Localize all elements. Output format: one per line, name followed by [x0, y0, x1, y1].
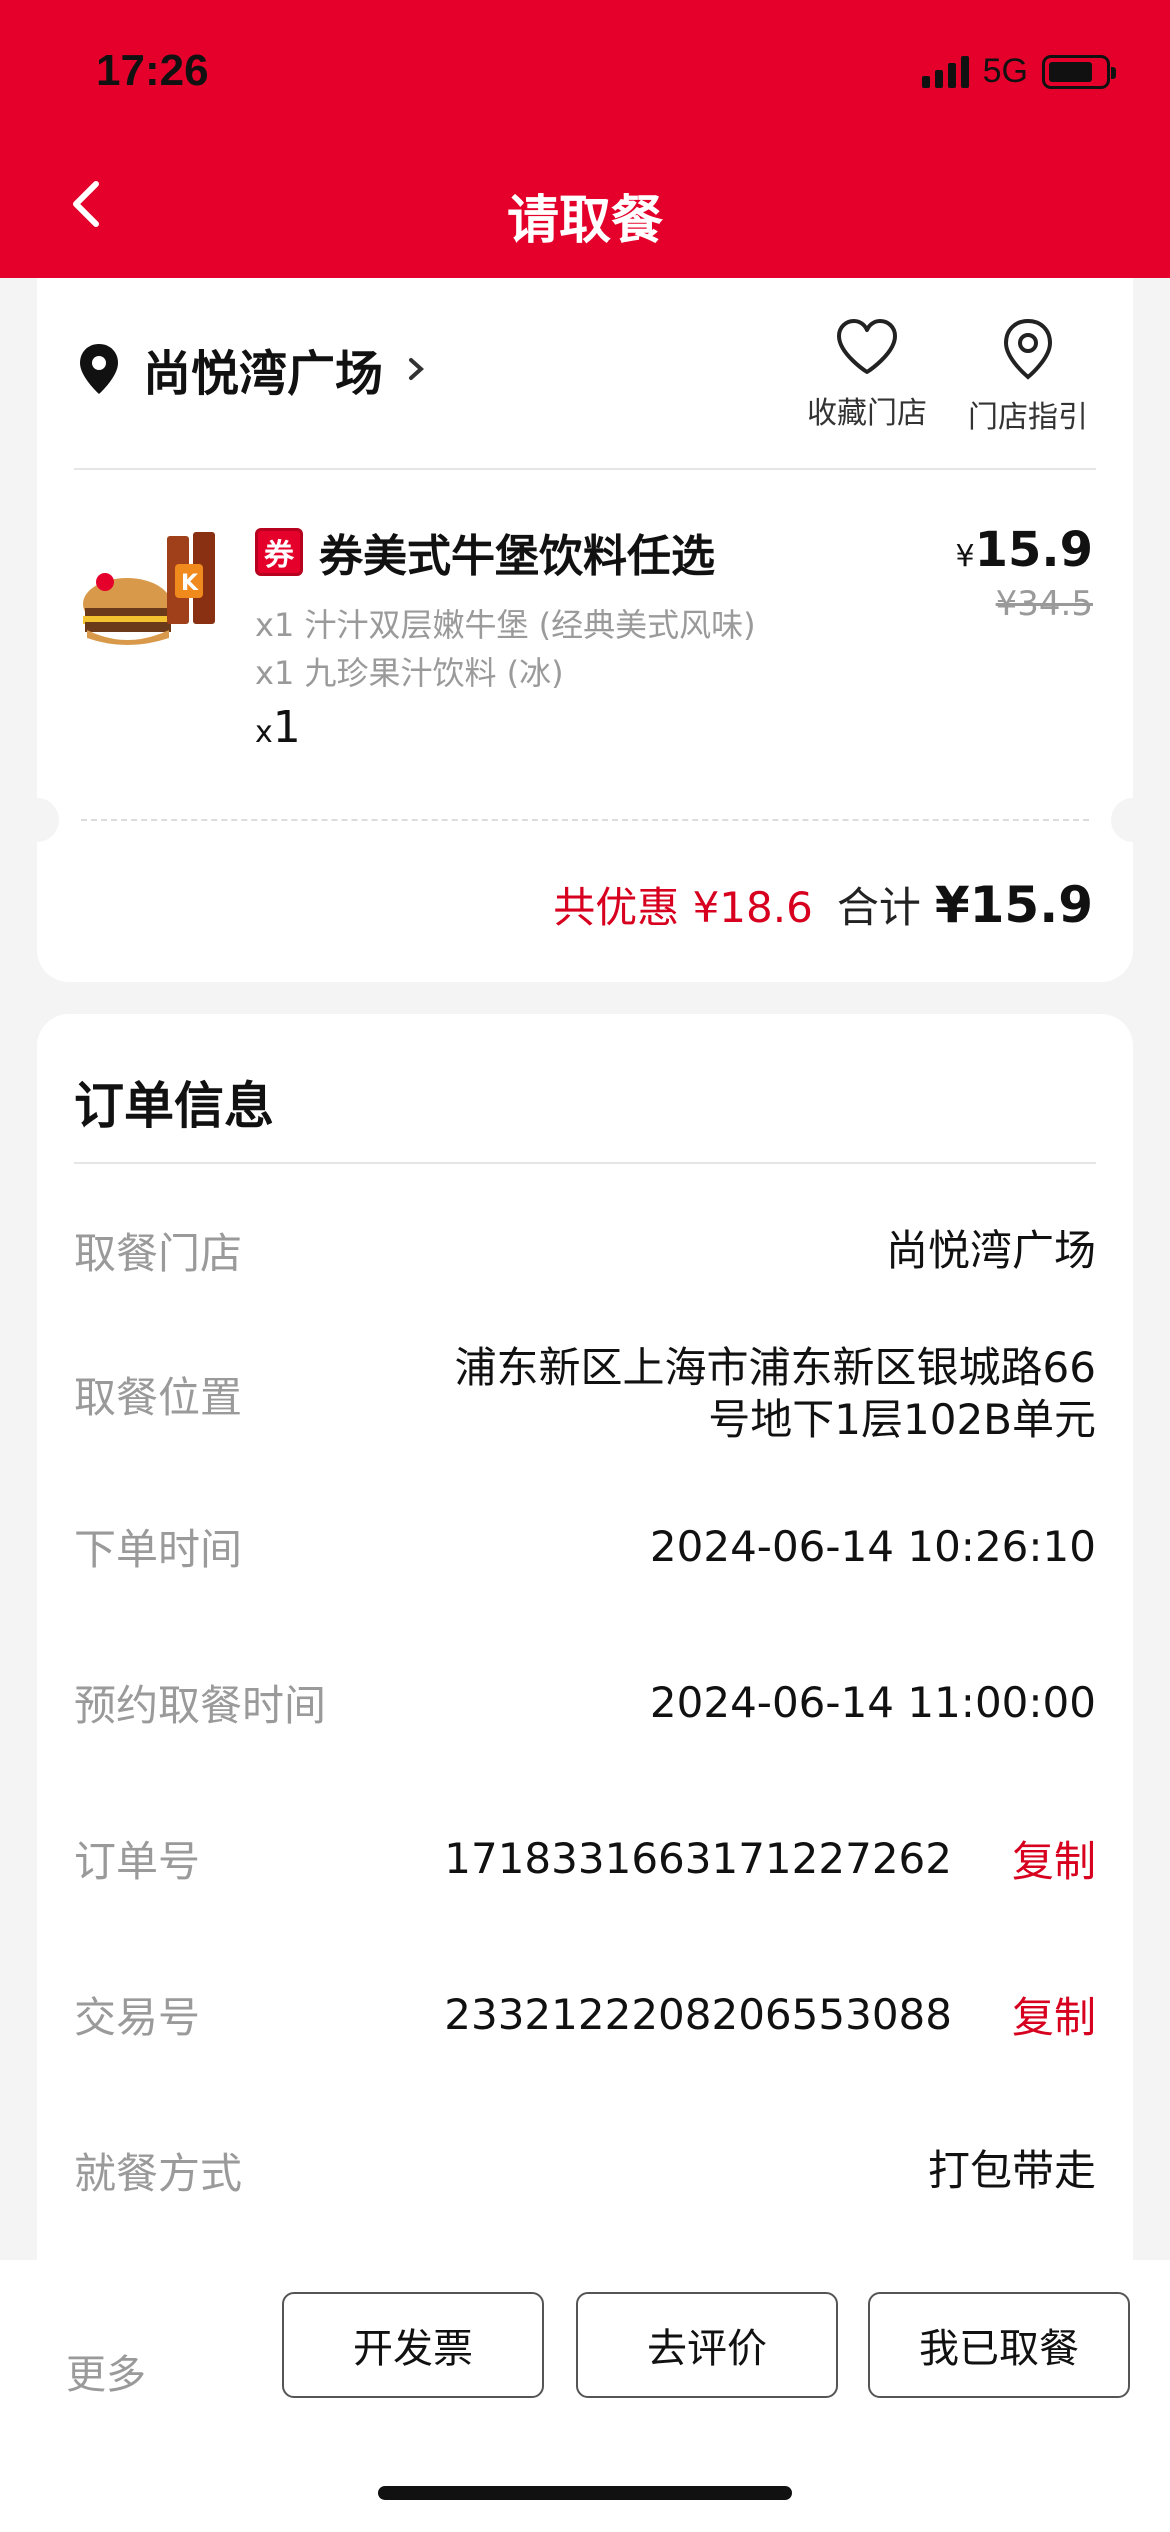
store-link[interactable]: 尚悦湾广场 [77, 334, 427, 404]
store-guide-button[interactable]: 门店指引 [953, 318, 1103, 436]
chevron-right-icon [409, 358, 425, 380]
product-image: K [83, 532, 215, 645]
product-price: ¥15.9 [955, 522, 1093, 578]
favorite-store-label: 收藏门店 [807, 396, 927, 431]
order-item-card: 尚悦湾广场 收藏门店 门店指引 K 券 券美式牛堡饮料任选 x1 汁汁双层嫩牛堡 [15, 278, 1155, 982]
info-label: 预约取餐时间 [74, 1681, 327, 1730]
divider [74, 1162, 1096, 1164]
favorite-store-button[interactable]: 收藏门店 [792, 318, 942, 432]
product-title-row: 券 券美式牛堡饮料任选 [255, 520, 715, 584]
divider [74, 468, 1096, 470]
copy-transaction-number-button[interactable]: 复制 [1012, 1984, 1096, 2045]
dashed-divider [81, 819, 1089, 821]
product-sub-item: x1 九珍果汁饮料 (冰) [255, 654, 564, 692]
info-row-order-number: 订单号 1718331663171227262 复制 [74, 1828, 1096, 1889]
info-value: 2024-06-14 11:00:00 [649, 1677, 1096, 1727]
sum-value: ¥15.9 [934, 876, 1093, 934]
status-bar-right: 5G [921, 52, 1116, 91]
transaction-number-value: 2332122208206553088 [444, 1989, 952, 2039]
info-value: 尚悦湾广场 [885, 1225, 1096, 1275]
info-row-transaction-number: 交易号 2332122208206553088 复制 [74, 1984, 1096, 2045]
order-info-card: 订单信息 取餐门店 尚悦湾广场 取餐位置 浦东新区上海市浦东新区银城路66 号地… [37, 1014, 1133, 2314]
review-button[interactable]: 去评价 [576, 2292, 838, 2398]
info-row-pickup-location: 取餐位置 浦东新区上海市浦东新区银城路66 号地下1层102B单元 [74, 1342, 1096, 1446]
store-guide-label: 门店指引 [968, 400, 1088, 435]
heart-icon [837, 319, 897, 374]
section-title: 订单信息 [74, 1077, 274, 1135]
location-pin-icon [80, 344, 118, 394]
picked-up-button[interactable]: 我已取餐 [868, 2292, 1130, 2398]
info-label: 取餐位置 [74, 1372, 243, 1422]
info-label: 取餐门店 [74, 1229, 243, 1278]
discount-total: 共优惠 ¥18.6 [553, 883, 813, 932]
more-button[interactable]: 更多 [66, 2342, 146, 2400]
network-label: 5G [982, 52, 1028, 90]
sum-label: 合计 [836, 883, 921, 932]
bottom-action-bar: 更多 开发票 去评价 我已取餐 [0, 2260, 1170, 2532]
info-value: 打包带走 [927, 2145, 1096, 2195]
battery-icon [1042, 54, 1116, 89]
info-value: 2024-06-14 10:26:10 [649, 1521, 1096, 1571]
location-outline-icon [1003, 318, 1053, 380]
info-label: 就餐方式 [74, 2149, 243, 2198]
page-title: 请取餐 [506, 191, 663, 251]
ticket-notch [15, 798, 59, 842]
info-label: 交易号 [74, 1993, 201, 2042]
info-label: 订单号 [74, 1837, 201, 1886]
svg-text:K: K [181, 571, 199, 596]
info-row-reserved-time: 预约取餐时间 2024-06-14 11:00:00 [74, 1672, 1096, 1733]
info-label: 下单时间 [74, 1525, 243, 1574]
info-value: 浦东新区上海市浦东新区银城路66 号地下1层102B单元 [454, 1343, 1096, 1444]
product-quantity: x1 [255, 702, 301, 753]
product-name: 券美式牛堡饮料任选 [319, 531, 715, 582]
info-row-pickup-store: 取餐门店 尚悦湾广场 [74, 1220, 1096, 1281]
copy-order-number-button[interactable]: 复制 [1012, 1828, 1096, 1889]
order-totals: 共优惠 ¥18.6 合计 ¥15.9 [553, 874, 1093, 935]
store-name: 尚悦湾广场 [143, 346, 384, 402]
signal-icon [921, 55, 969, 88]
product-original-price: ¥34.5 [995, 584, 1093, 624]
ticket-notch [1111, 798, 1155, 842]
invoice-button[interactable]: 开发票 [282, 2292, 544, 2398]
header: 17:26 5G 请取餐 [0, 0, 1170, 278]
info-row-order-time: 下单时间 2024-06-14 10:26:10 [74, 1516, 1096, 1577]
home-indicator[interactable] [378, 2486, 792, 2500]
coupon-tag: 券 [255, 528, 303, 576]
info-row-dining-option: 就餐方式 打包带走 [74, 2140, 1096, 2201]
order-number-value: 1718331663171227262 [444, 1833, 952, 1883]
status-time: 17:26 [96, 46, 209, 95]
product-sub-item: x1 汁汁双层嫩牛堡 (经典美式风味) [255, 606, 756, 644]
